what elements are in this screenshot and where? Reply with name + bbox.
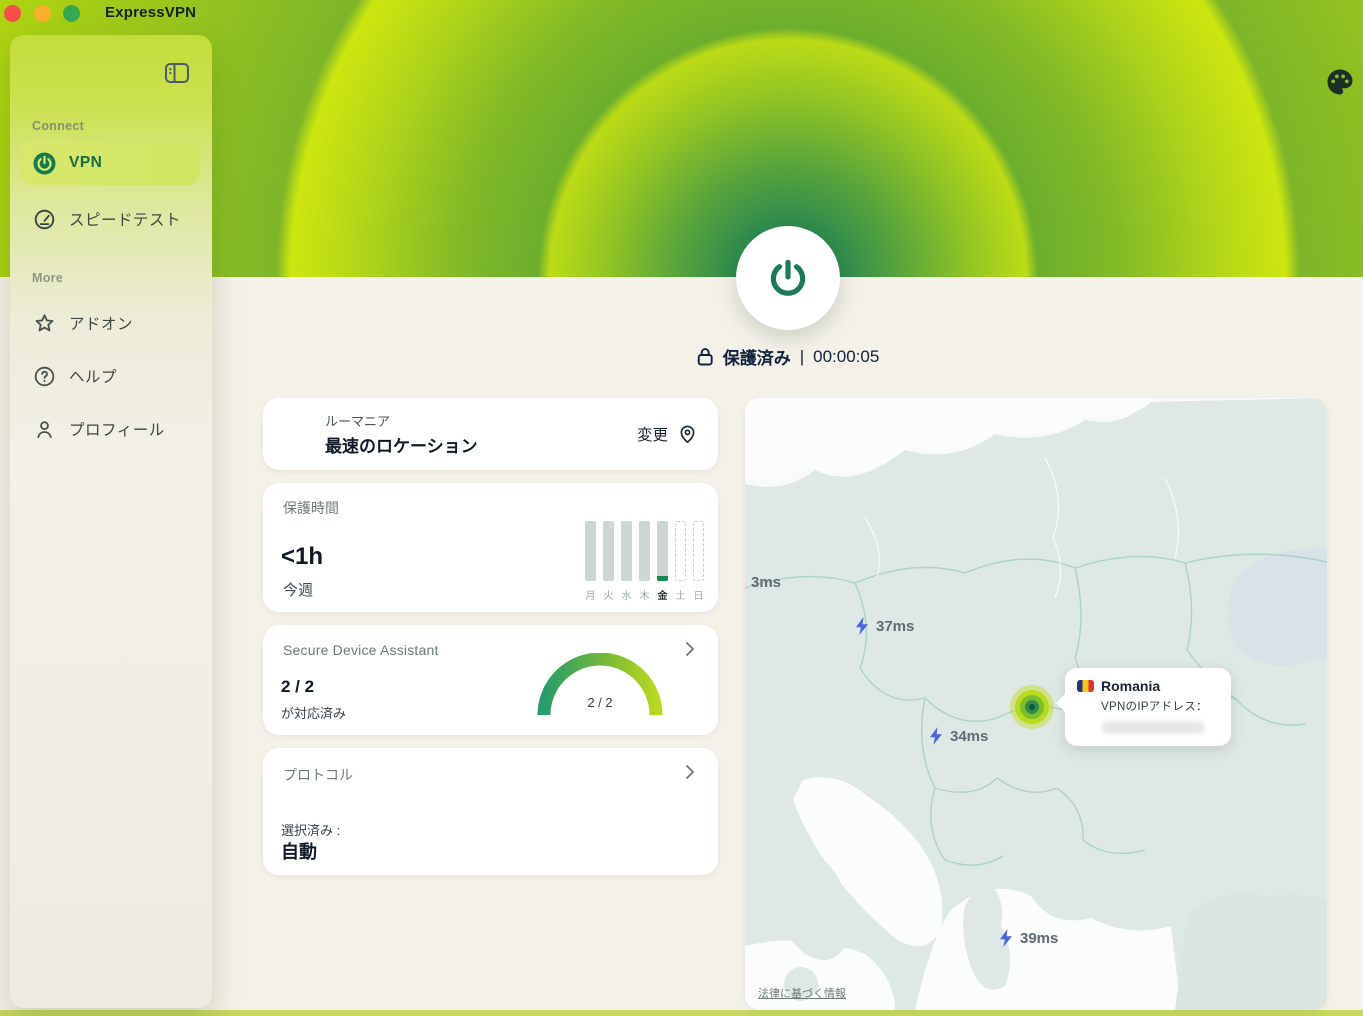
chevron-right-icon[interactable] <box>680 639 700 659</box>
day-label: 水 <box>621 587 632 602</box>
sidebar-toggle-button[interactable] <box>164 61 190 85</box>
connection-timer: 00:00:05 <box>813 347 879 367</box>
bar-sat <box>675 521 686 581</box>
bar-tue <box>603 521 614 581</box>
protocol-selected-label: 選択済み : <box>281 820 340 839</box>
day-label: 月 <box>585 587 596 602</box>
bar-sun <box>693 521 704 581</box>
help-icon <box>33 365 56 388</box>
location-pin-icon <box>677 424 698 445</box>
sidebar-item-label: アドオン <box>69 312 133 334</box>
latency-label: 37ms <box>876 618 914 635</box>
protocol-card[interactable]: プロトコル 選択済み : 自動 <box>263 748 718 875</box>
sidebar: Connect VPN スピードテスト More アドオン <box>10 35 212 1008</box>
bar-fri-active <box>657 521 668 581</box>
location-name: 最速のロケーション <box>325 432 623 457</box>
latency-ping: 37ms <box>853 616 914 636</box>
lightning-bolt-icon <box>853 616 871 636</box>
connect-power-button[interactable] <box>736 226 840 330</box>
assistant-value: 2 / 2 <box>281 677 314 697</box>
status-separator: | <box>800 347 804 367</box>
sidebar-item-help[interactable]: ヘルプ <box>20 354 200 398</box>
tooltip-country: Romania <box>1101 678 1160 694</box>
sidebar-item-label: スピードテスト <box>69 208 181 230</box>
zoom-button[interactable] <box>63 5 80 22</box>
tooltip-ip-redacted <box>1101 721 1205 734</box>
latency-ping: 39ms <box>997 928 1058 948</box>
location-country: ルーマニア <box>325 411 623 430</box>
lightning-bolt-icon <box>997 928 1015 948</box>
chevron-right-icon[interactable] <box>680 762 700 782</box>
sidebar-section-connect: Connect <box>32 119 84 133</box>
change-label: 変更 <box>637 423 668 445</box>
profile-icon <box>33 418 56 441</box>
minimize-button[interactable] <box>34 5 51 22</box>
latency-label: 3ms <box>751 574 781 591</box>
weekly-bar-chart <box>585 521 704 581</box>
sidebar-item-addons[interactable]: アドオン <box>20 301 200 345</box>
day-label: 木 <box>639 587 650 602</box>
sidebar-item-profile[interactable]: プロフィール <box>20 407 200 451</box>
protection-value: <1h <box>281 543 323 571</box>
connected-location-marker <box>1010 685 1054 729</box>
theme-palette-button[interactable] <box>1325 67 1355 97</box>
protocol-title: プロトコル <box>283 765 353 785</box>
close-button[interactable] <box>4 5 21 22</box>
secure-device-assistant-card[interactable]: Secure Device Assistant 2 / 2 が対応済み 2 / … <box>263 625 718 735</box>
bar-mon <box>585 521 596 581</box>
map-panel[interactable]: 3ms 37ms 34ms 39ms Romania <box>745 398 1327 1010</box>
power-icon <box>765 255 811 301</box>
bar-thu <box>639 521 650 581</box>
latency-ping: 34ms <box>927 726 988 746</box>
protocol-value: 自動 <box>281 838 317 864</box>
lightning-bolt-icon <box>927 726 945 746</box>
window-bottom-edge <box>0 1010 1363 1016</box>
protection-period: 今週 <box>283 579 313 600</box>
romania-flag-icon <box>1077 680 1094 692</box>
weekday-labels: 月 火 水 木 金 土 日 <box>585 587 704 602</box>
legal-info-link[interactable]: 法律に基づく情報 <box>758 985 846 1001</box>
tooltip-ip-label: VPNのIPアドレス： <box>1101 698 1219 714</box>
latency-label: 39ms <box>1020 930 1058 947</box>
speedometer-icon <box>33 208 56 231</box>
palette-icon <box>1325 67 1355 97</box>
day-label-today: 金 <box>657 587 668 602</box>
sidebar-item-label: VPN <box>69 154 102 172</box>
bar-wed <box>621 521 632 581</box>
sidebar-section-more: More <box>32 271 63 285</box>
day-label: 土 <box>675 587 686 602</box>
latency-ping: 3ms <box>751 574 781 591</box>
sidebar-item-label: ヘルプ <box>69 365 117 387</box>
star-icon <box>33 312 56 335</box>
sidebar-toggle-icon <box>164 61 190 85</box>
connection-status: 保護済み | 00:00:05 <box>697 344 880 369</box>
expressvpn-window: ExpressVPN Connect VPN <box>0 0 1363 1016</box>
sidebar-item-vpn[interactable]: VPN <box>20 141 200 185</box>
location-card[interactable]: ルーマニア 最速のロケーション 変更 <box>263 398 718 470</box>
app-title: ExpressVPN <box>105 4 196 21</box>
status-label: 保護済み <box>723 344 791 369</box>
gauge-label: 2 / 2 <box>535 695 665 710</box>
protection-time-card: 保護時間 <1h 今週 月 火 水 木 金 土 日 <box>263 483 718 612</box>
day-label: 日 <box>693 587 704 602</box>
assistant-caption: が対応済み <box>281 703 346 722</box>
latency-label: 34ms <box>950 728 988 745</box>
lock-icon <box>697 347 714 366</box>
power-icon <box>33 152 56 175</box>
assistant-title: Secure Device Assistant <box>283 642 439 658</box>
protection-title: 保護時間 <box>283 498 339 518</box>
change-location-button[interactable]: 変更 <box>637 423 698 445</box>
sidebar-item-label: プロフィール <box>69 418 165 440</box>
location-tooltip: Romania VPNのIPアドレス： <box>1065 668 1231 746</box>
day-label: 火 <box>603 587 614 602</box>
sidebar-item-speedtest[interactable]: スピードテスト <box>20 197 200 241</box>
romania-flag-icon <box>283 424 311 444</box>
